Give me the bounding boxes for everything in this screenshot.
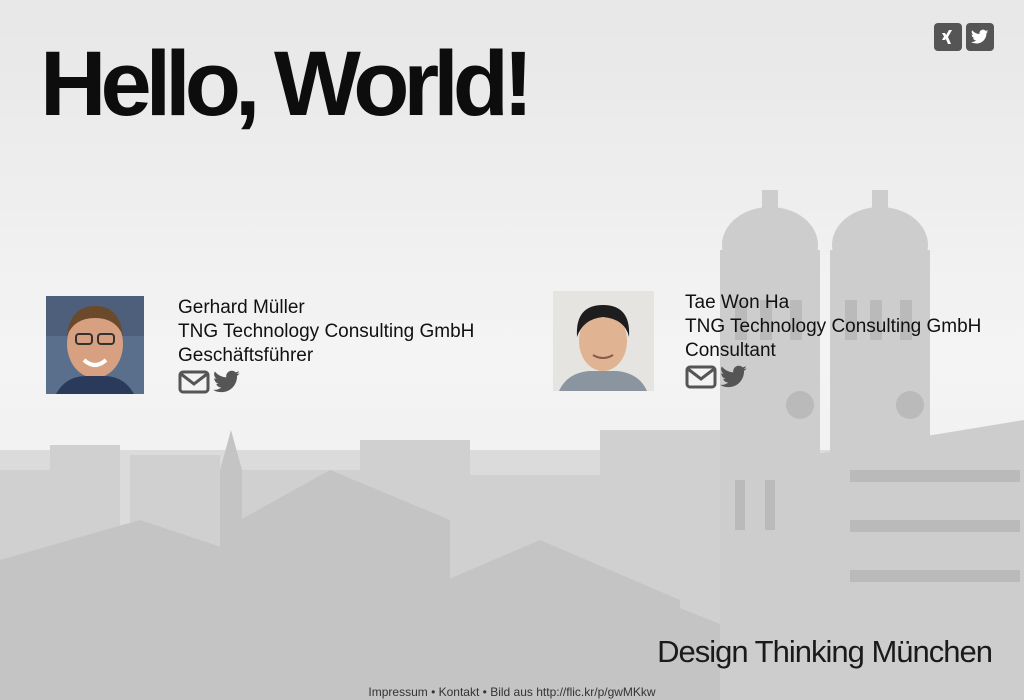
twitter-icon[interactable]: [213, 370, 241, 394]
avatar: [553, 291, 654, 391]
person-name: Tae Won Ha: [685, 292, 790, 313]
person-name: Gerhard Müller: [178, 297, 305, 318]
impressum-link[interactable]: Impressum: [368, 685, 427, 699]
twitter-icon[interactable]: [720, 365, 748, 389]
person-card-tae-won-ha: Tae Won Ha TNG Technology Consulting Gmb…: [553, 291, 981, 391]
kontakt-link[interactable]: Kontakt: [439, 685, 480, 699]
email-icon[interactable]: [178, 370, 210, 394]
footer: Impressum • Kontakt • Bild aus http://fl…: [0, 685, 1024, 699]
person-company: TNG Technology Consulting GmbH: [685, 316, 982, 337]
image-credit-link[interactable]: Bild aus http://flic.kr/p/gwMKkw: [490, 685, 655, 699]
person-contact-links: [178, 370, 474, 394]
person-info: Tae Won Ha TNG Technology Consulting Gmb…: [685, 291, 981, 391]
email-icon[interactable]: [685, 365, 717, 389]
twitter-icon[interactable]: [966, 23, 994, 51]
person-contact-links: [685, 365, 981, 389]
person-role: Geschäftsführer: [178, 345, 314, 366]
footer-separator: •: [427, 685, 439, 699]
social-links: [934, 23, 994, 51]
xing-icon[interactable]: [934, 23, 962, 51]
person-info: Gerhard Müller TNG Technology Consulting…: [178, 296, 474, 394]
brand-text: Design Thinking München: [657, 634, 993, 669]
person-role: Consultant: [685, 340, 776, 361]
person-card-gerhard-muller: Gerhard Müller TNG Technology Consulting…: [46, 296, 474, 394]
person-company: TNG Technology Consulting GmbH: [178, 321, 475, 342]
page-title: Hello, World!: [40, 33, 534, 135]
avatar: [46, 296, 144, 394]
footer-separator: •: [479, 685, 491, 699]
